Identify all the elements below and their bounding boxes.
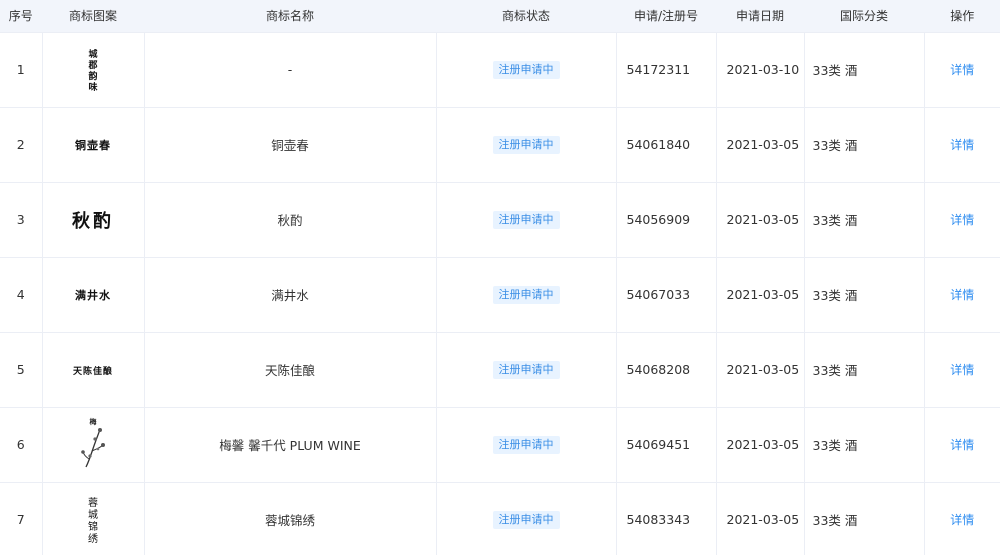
row-index: 6: [0, 407, 43, 483]
status-badge: 注册申请中: [492, 435, 560, 454]
row-index: 2: [0, 107, 43, 183]
trademark-logo: 铜壶春: [42, 107, 145, 183]
detail-link[interactable]: 详情: [950, 438, 974, 452]
status-badge: 注册申请中: [492, 285, 560, 304]
header-class: 国际分类: [804, 0, 925, 33]
status-badge: 注册申请中: [492, 360, 560, 379]
trademark-logo-image: 天陈佳酿: [72, 367, 113, 377]
header-date: 申请日期: [716, 0, 805, 33]
reg-number: 54068208: [616, 332, 717, 408]
trademark-logo: 城郡韵味: [42, 32, 145, 108]
row-index: 3: [0, 182, 43, 258]
apply-date: 2021-03-05: [716, 182, 805, 258]
detail-link[interactable]: 详情: [950, 63, 974, 77]
row-index: 4: [0, 257, 43, 333]
trademark-logo-image: 铜壶春: [75, 138, 111, 152]
trademark-logo-image: 梅: [78, 415, 108, 471]
intl-class: 33类 酒: [804, 107, 925, 183]
intl-class: 33类 酒: [804, 482, 925, 555]
intl-class: 33类 酒: [804, 407, 925, 483]
reg-number: 54083343: [616, 482, 717, 555]
status-badge: 注册申请中: [492, 510, 560, 529]
trademark-logo: 梅: [42, 407, 145, 483]
table-row: 2 铜壶春 铜壶春 注册申请中 54061840 2021-03-05 33类 …: [0, 107, 1000, 183]
status-badge: 注册申请中: [492, 135, 560, 154]
intl-class: 33类 酒: [804, 182, 925, 258]
trademark-logo-image: 城郡韵味: [88, 50, 98, 93]
table-row: 1 城郡韵味 - 注册申请中 54172311 2021-03-10 33类 酒…: [0, 32, 1000, 108]
table-row: 7 蓉城锦绣 蓉城锦绣 注册申请中 54083343 2021-03-05 33…: [0, 482, 1000, 555]
intl-class: 33类 酒: [804, 257, 925, 333]
trademark-logo-image: 蓉城锦绣: [88, 497, 98, 545]
header-logo: 商标图案: [42, 0, 145, 33]
reg-number: 54056909: [616, 182, 717, 258]
reg-number: 54067033: [616, 257, 717, 333]
trademark-name: 蓉城锦绣: [144, 482, 437, 555]
header-action: 操作: [924, 0, 1000, 33]
trademark-name: 铜壶春: [144, 107, 437, 183]
apply-date: 2021-03-05: [716, 257, 805, 333]
status-badge: 注册申请中: [492, 210, 560, 229]
trademark-logo: 秋酌: [42, 182, 145, 258]
detail-link[interactable]: 详情: [950, 363, 974, 377]
row-index: 5: [0, 332, 43, 408]
header-index: 序号: [0, 0, 43, 33]
trademark-name: -: [144, 32, 437, 108]
table-row: 6 梅 梅馨 馨千代 PLUM WINE 注册申请中 54069451 2021…: [0, 407, 1000, 483]
detail-link[interactable]: 详情: [950, 513, 974, 527]
reg-number: 54069451: [616, 407, 717, 483]
svg-text:梅: 梅: [90, 417, 97, 426]
apply-date: 2021-03-05: [716, 332, 805, 408]
row-index: 1: [0, 32, 43, 108]
trademark-table: 序号 商标图案 商标名称 商标状态 申请/注册号 申请日期 国际分类 操作 1 …: [0, 0, 1000, 555]
apply-date: 2021-03-05: [716, 482, 805, 555]
trademark-logo: 蓉城锦绣: [42, 482, 145, 555]
trademark-name: 秋酌: [144, 182, 437, 258]
header-name: 商标名称: [144, 0, 437, 33]
plum-blossom-icon: 梅: [81, 417, 105, 468]
detail-link[interactable]: 详情: [950, 213, 974, 227]
trademark-logo: 满井水: [42, 257, 145, 333]
apply-date: 2021-03-10: [716, 32, 805, 108]
detail-link[interactable]: 详情: [950, 288, 974, 302]
header-reg-no: 申请/注册号: [616, 0, 717, 33]
header-status: 商标状态: [436, 0, 617, 33]
reg-number: 54172311: [616, 32, 717, 108]
intl-class: 33类 酒: [804, 32, 925, 108]
table-header-row: 序号 商标图案 商标名称 商标状态 申请/注册号 申请日期 国际分类 操作: [0, 0, 1000, 33]
apply-date: 2021-03-05: [716, 107, 805, 183]
row-index: 7: [0, 482, 43, 555]
trademark-name: 满井水: [144, 257, 437, 333]
trademark-name: 梅馨 馨千代 PLUM WINE: [144, 407, 437, 483]
table-row: 5 天陈佳酿 天陈佳酿 注册申请中 54068208 2021-03-05 33…: [0, 332, 1000, 408]
status-badge: 注册申请中: [492, 60, 560, 79]
detail-link[interactable]: 详情: [950, 138, 974, 152]
reg-number: 54061840: [616, 107, 717, 183]
trademark-logo-image: 秋酌: [72, 210, 114, 232]
apply-date: 2021-03-05: [716, 407, 805, 483]
table-row: 4 满井水 满井水 注册申请中 54067033 2021-03-05 33类 …: [0, 257, 1000, 333]
trademark-logo-image: 满井水: [75, 288, 111, 302]
intl-class: 33类 酒: [804, 332, 925, 408]
table-row: 3 秋酌 秋酌 注册申请中 54056909 2021-03-05 33类 酒 …: [0, 182, 1000, 258]
trademark-logo: 天陈佳酿: [42, 332, 145, 408]
trademark-name: 天陈佳酿: [144, 332, 437, 408]
